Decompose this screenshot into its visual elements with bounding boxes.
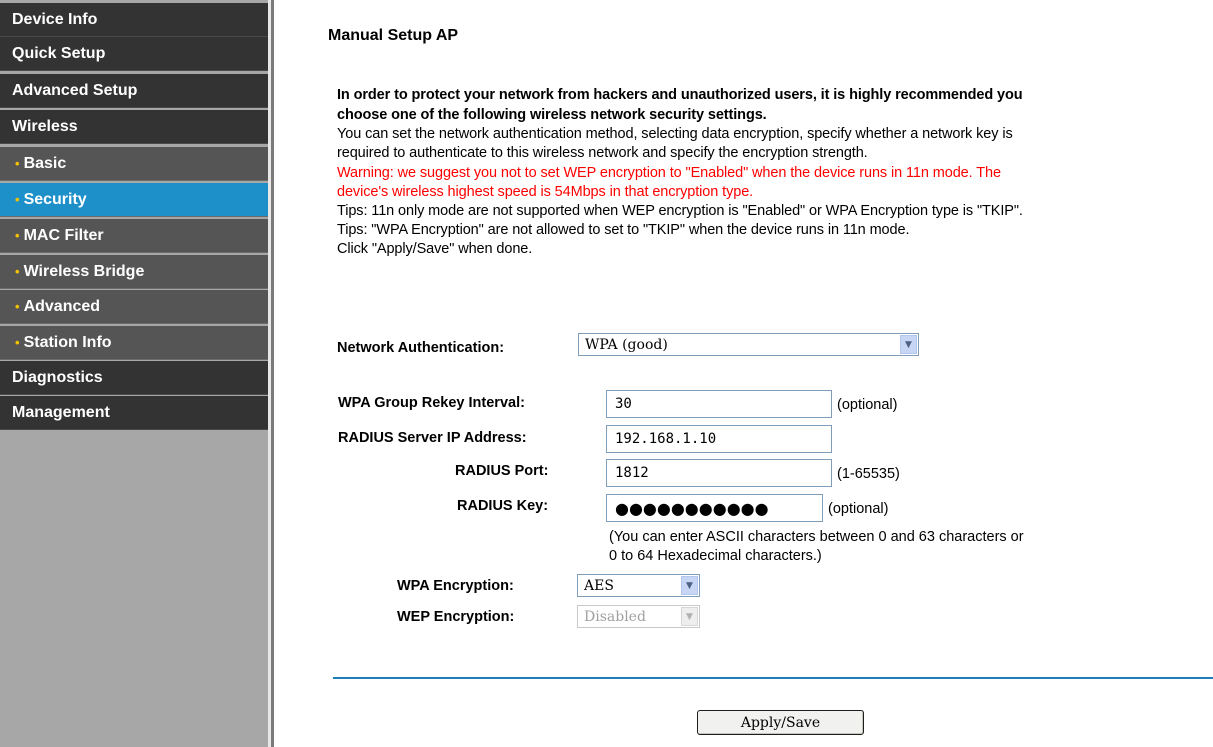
tip-line-1: Tips: 11n only mode are not supported wh…: [337, 203, 1023, 219]
nav-management[interactable]: Management: [0, 396, 268, 430]
tip-line-2: Tips: "WPA Encryption" are not allowed t…: [337, 222, 910, 238]
page-title: Manual Setup AP: [328, 27, 459, 44]
warning-line-2: device's wireless highest speed is 54Mbp…: [337, 184, 754, 200]
nav-label: Advanced Setup: [12, 81, 138, 99]
radius-key-hint: (optional): [828, 501, 889, 517]
chevron-down-icon: ▼: [900, 335, 917, 354]
radius-key-input[interactable]: ●●●●●●●●●●●: [606, 494, 823, 522]
radius-key-note-2: 0 to 64 Hexadecimal characters.): [609, 548, 822, 564]
rekey-interval-label: WPA Group Rekey Interval:: [338, 395, 525, 411]
nav-label: Wireless Bridge: [23, 262, 145, 280]
nav-diagnostics[interactable]: Diagnostics: [0, 361, 268, 395]
nav-label: Station Info: [23, 333, 112, 351]
radius-ip-input[interactable]: 192.168.1.10: [606, 425, 832, 453]
radius-port-hint: (1-65535): [837, 466, 900, 482]
rekey-interval-hint: (optional): [837, 397, 898, 413]
nav-label: Management: [12, 403, 110, 421]
nav-sub-wireless-bridge[interactable]: • Wireless Bridge: [0, 255, 268, 289]
chevron-down-icon: ▼: [681, 576, 698, 595]
nav-device-info[interactable]: Device Info: [0, 3, 268, 37]
nav-quick-setup[interactable]: Quick Setup: [0, 37, 268, 71]
nav-label: Diagnostics: [12, 368, 103, 386]
network-auth-value: WPA (good): [585, 336, 668, 353]
sidebar-divider-shadow: [271, 0, 274, 747]
bullet-icon: •: [15, 299, 20, 314]
nav-sub-advanced[interactable]: • Advanced: [0, 290, 268, 324]
nav-label: Wireless: [12, 117, 78, 135]
apply-save-button[interactable]: Apply/Save: [697, 710, 864, 735]
section-divider: [333, 677, 1213, 679]
radius-ip-label: RADIUS Server IP Address:: [338, 430, 527, 446]
intro-line-3: You can set the network authentication m…: [337, 126, 1013, 142]
nav-sub-security[interactable]: • Security: [0, 183, 268, 217]
bullet-icon: •: [15, 335, 20, 350]
rekey-interval-input[interactable]: 30: [606, 390, 832, 418]
nav-wireless[interactable]: Wireless: [0, 110, 268, 144]
radius-port-label: RADIUS Port:: [455, 463, 549, 479]
nav-label: Basic: [23, 154, 67, 172]
nav-advanced-setup[interactable]: Advanced Setup: [0, 74, 268, 108]
intro-line-1: In order to protect your network from ha…: [337, 87, 1023, 103]
network-auth-select[interactable]: WPA (good) ▼: [578, 333, 919, 356]
nav-label: Device Info: [12, 10, 98, 28]
radius-port-input[interactable]: 1812: [606, 459, 832, 487]
wep-encryption-value: Disabled: [584, 608, 646, 625]
intro-line-4: required to authenticate to this wireles…: [337, 145, 868, 161]
warning-line-1: Warning: we suggest you not to set WEP e…: [337, 165, 1001, 181]
click-note: Click "Apply/Save" when done.: [337, 241, 533, 257]
wpa-encryption-select[interactable]: AES ▼: [577, 574, 700, 597]
bullet-icon: •: [15, 192, 20, 207]
nav-sub-station-info[interactable]: • Station Info: [0, 326, 268, 360]
nav-label: Advanced: [23, 297, 101, 315]
bullet-icon: •: [15, 264, 20, 279]
bullet-icon: •: [15, 156, 20, 171]
nav-sub-basic[interactable]: • Basic: [0, 147, 268, 181]
nav-label: Security: [23, 190, 87, 208]
intro-line-2: choose one of the following wireless net…: [337, 107, 767, 123]
wep-encryption-label: WEP Encryption:: [397, 609, 515, 625]
nav-label: MAC Filter: [23, 226, 104, 244]
network-auth-label: Network Authentication:: [337, 340, 505, 356]
nav-label: Quick Setup: [12, 44, 106, 62]
nav-sub-mac-filter[interactable]: • MAC Filter: [0, 219, 268, 253]
wpa-encryption-label: WPA Encryption:: [397, 578, 514, 594]
wep-encryption-select: Disabled ▼: [577, 605, 700, 628]
radius-key-label: RADIUS Key:: [457, 498, 549, 514]
sidebar: Device Info Quick Setup Advanced Setup W…: [0, 0, 268, 747]
chevron-down-icon: ▼: [681, 607, 698, 626]
bullet-icon: •: [15, 228, 20, 243]
wpa-encryption-value: AES: [584, 577, 614, 594]
radius-key-note-1: (You can enter ASCII characters between …: [609, 529, 1024, 545]
